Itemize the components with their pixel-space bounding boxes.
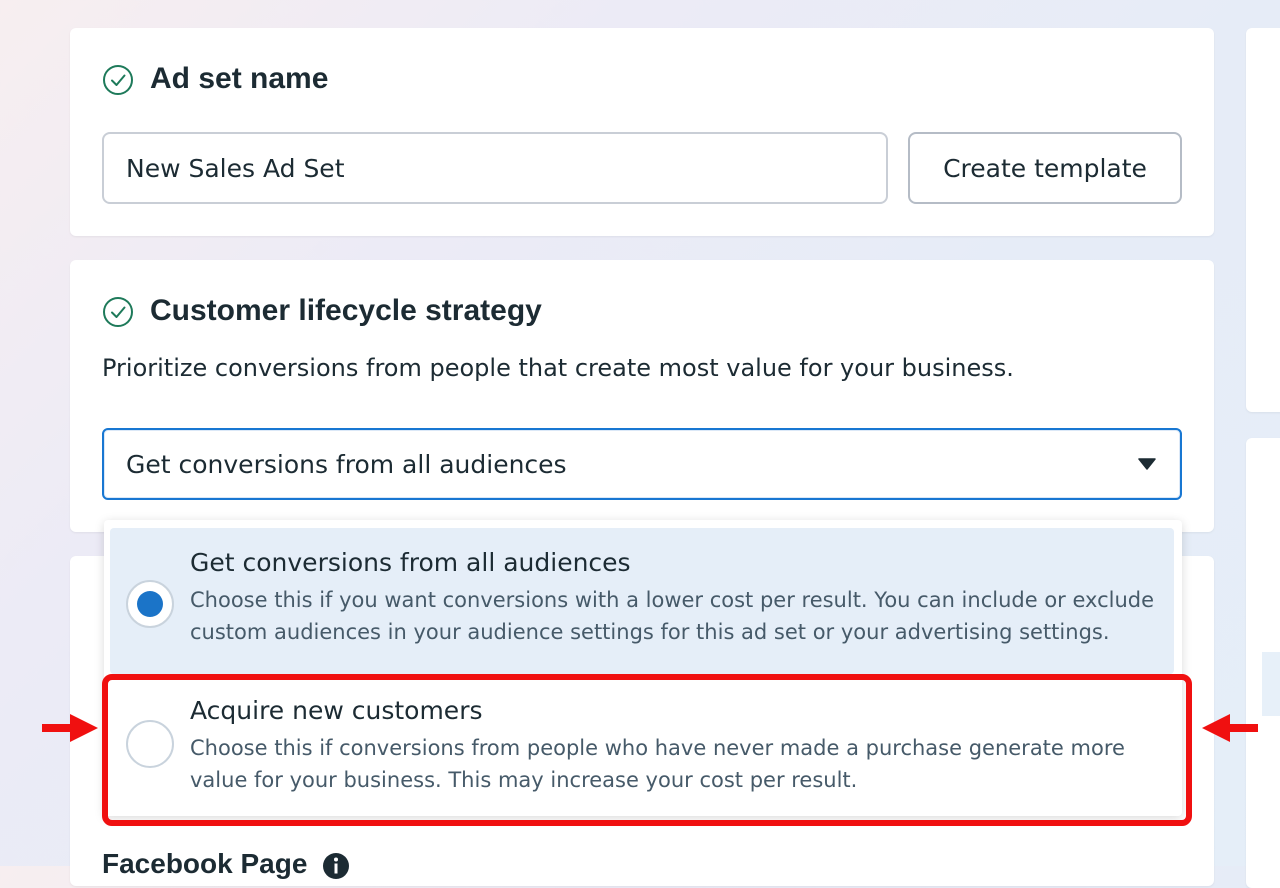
red-arrow-icon	[1202, 714, 1258, 742]
customer-lifecycle-description: Prioritize conversions from people that …	[102, 354, 1014, 382]
lifecycle-select-value: Get conversions from all audiences	[126, 449, 567, 479]
facebook-page-title: Facebook Page	[102, 848, 308, 879]
annotation-highlight-box	[102, 674, 1192, 826]
option-description: Choose this if you want conversions with…	[190, 588, 1155, 644]
ad-set-name-input[interactable]: New Sales Ad Set	[102, 132, 888, 204]
info-icon[interactable]	[322, 852, 350, 880]
create-template-button[interactable]: Create template	[908, 132, 1182, 204]
radio-all-audiences[interactable]	[126, 580, 174, 628]
check-circle-icon	[103, 297, 133, 327]
option-all-audiences[interactable]: Get conversions from all audiences Choos…	[110, 528, 1174, 674]
right-panel-highlight-strip	[1262, 652, 1280, 716]
check-circle-icon	[103, 65, 133, 95]
red-arrow-icon	[42, 714, 98, 742]
customer-lifecycle-title: Customer lifecycle strategy	[150, 294, 542, 327]
option-title: Get conversions from all audiences	[190, 548, 631, 577]
ad-set-name-title: Ad set name	[150, 62, 329, 95]
lifecycle-strategy-select[interactable]: Get conversions from all audiences	[102, 428, 1182, 500]
caret-down-icon[interactable]	[1138, 458, 1156, 470]
right-panel-card-top	[1246, 28, 1280, 412]
